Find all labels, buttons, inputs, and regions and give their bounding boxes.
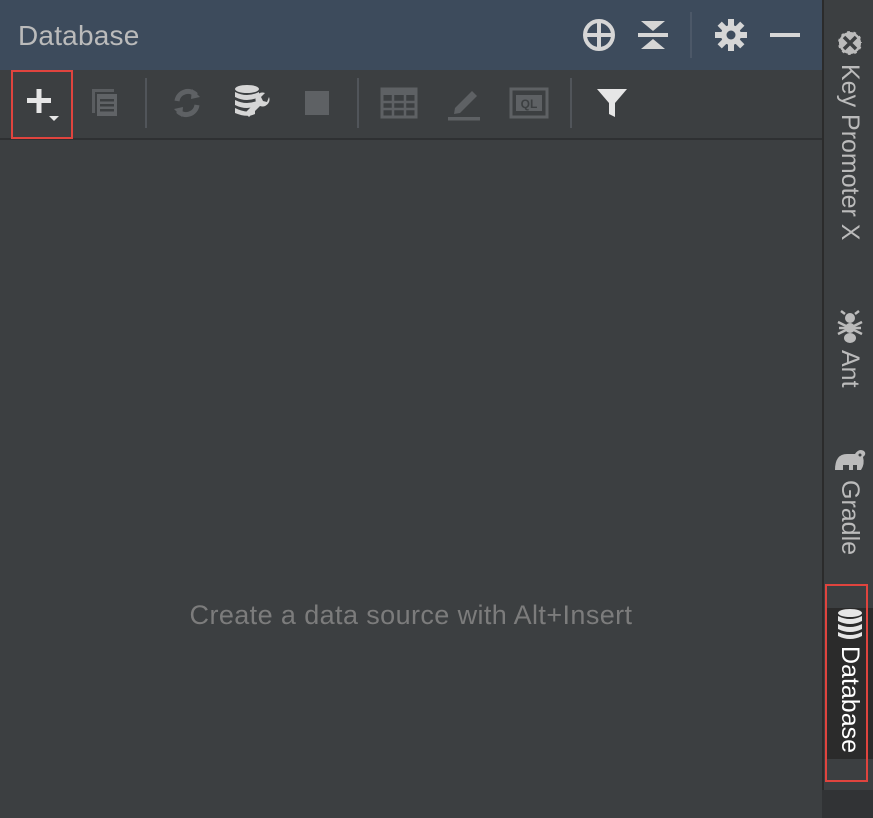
right-tool-window-bar: Key Promoter X Ant Gradle Database [822,0,873,818]
header-actions [568,12,808,58]
tab-label: Key Promoter X [836,64,864,241]
ql-icon: QL [509,87,549,119]
plus-icon [27,89,59,121]
tool-window-bar-footer [822,790,873,818]
header-separator [690,12,692,58]
hide-button[interactable] [762,12,808,58]
pencil-icon [448,91,480,121]
database-tree-area: Create a data source with Alt+Insert [0,140,822,818]
collapse-icon [638,21,668,49]
stop-icon [305,91,329,115]
add-button[interactable] [19,80,65,126]
tab-key-promoter-x[interactable]: Key Promoter X [826,28,873,240]
duplicate-button[interactable] [81,80,127,126]
minimize-icon [770,33,800,37]
filter-button[interactable] [589,80,635,126]
toolbar-separator [145,78,147,128]
settings-button[interactable] [708,12,754,58]
key-promoter-icon [836,30,863,56]
elephant-icon [834,450,865,470]
tab-ant[interactable]: Ant [826,310,873,388]
tab-gradle[interactable]: Gradle [826,446,873,555]
tab-label: Database [836,646,864,754]
data-source-properties-button[interactable] [229,80,275,126]
tab-label: Ant [836,350,864,388]
scroll-from-source-button[interactable] [576,12,622,58]
toolbar-separator [357,78,359,128]
query-console-button[interactable]: QL [506,80,552,126]
table-view-button[interactable] [376,80,422,126]
db-wrench-icon [235,85,270,117]
gear-icon [715,19,747,51]
stop-button[interactable] [294,80,340,126]
table-icon [380,87,418,119]
crosshair-icon [583,19,615,51]
collapse-all-button[interactable] [630,12,676,58]
refresh-button[interactable] [164,80,210,126]
tab-label: Gradle [836,480,864,556]
tool-window-title: Database [18,20,140,51]
refresh-icon [174,88,200,118]
filter-icon [597,89,627,117]
database-icon [837,609,862,639]
toolbar-separator [570,78,572,128]
database-tool-window: Database QL Create a data source with Al… [0,0,822,818]
database-toolbar: QL [0,70,822,140]
empty-state-message: Create a data source with Alt+Insert [189,600,633,630]
ant-icon [836,310,863,343]
svg-text:QL: QL [521,97,538,111]
tab-database[interactable]: Database [826,608,873,760]
tool-window-header: Database [0,0,822,71]
edit-button[interactable] [441,80,487,126]
copy-icon [92,89,119,118]
